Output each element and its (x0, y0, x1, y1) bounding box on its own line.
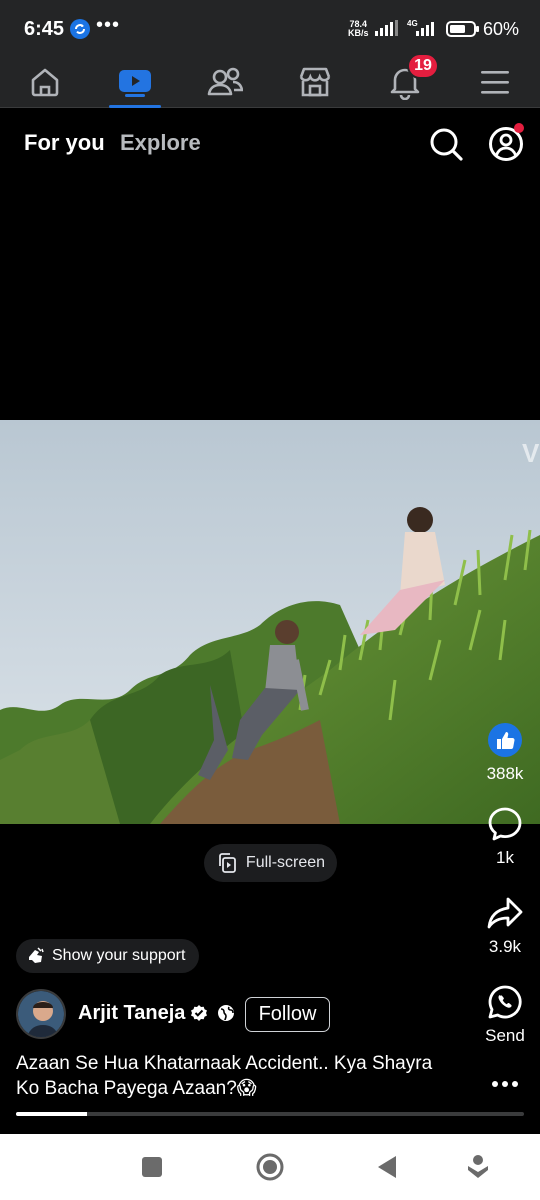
signal-icon (375, 20, 398, 36)
share-count: 3.9k (488, 937, 522, 956)
back-button[interactable] (376, 1155, 398, 1179)
send-label: Send (485, 1026, 525, 1045)
tab-explore[interactable]: Explore (120, 130, 201, 156)
video-frame: V (0, 420, 540, 824)
nav-marketplace[interactable] (275, 56, 355, 108)
globe-icon (218, 1005, 234, 1021)
author-name[interactable]: Arjit Taneja (78, 1002, 185, 1025)
assistant-button[interactable] (466, 1154, 490, 1180)
fullscreen-icon (219, 853, 236, 873)
tab-for-you[interactable]: For you (24, 130, 105, 156)
status-more-dots: ••• (96, 14, 121, 36)
video-progress-bar[interactable] (16, 1112, 524, 1116)
comment-action[interactable]: 1k (470, 806, 540, 868)
recent-apps-button[interactable] (142, 1157, 162, 1177)
like-icon (488, 723, 522, 757)
more-icon (492, 1081, 518, 1087)
comment-count: 1k (496, 848, 514, 867)
home-icon (31, 68, 59, 97)
send-action[interactable]: Send (470, 984, 540, 1046)
share-action[interactable]: 3.9k (470, 895, 540, 957)
marketplace-icon (299, 67, 331, 97)
status-bar: 6:45 ••• 78.4 KB/s 4G 60% (0, 0, 540, 56)
video-caption[interactable]: Azaan Se Hua Khatarnaak Accident.. Kya S… (16, 1051, 436, 1101)
follow-button[interactable]: Follow (245, 997, 330, 1032)
search-icon[interactable] (428, 126, 464, 162)
battery-icon (446, 21, 479, 37)
watch-icon (119, 70, 151, 97)
home-button[interactable] (256, 1153, 284, 1181)
verified-badge-icon (191, 1005, 207, 1021)
battery-percent: 60% (483, 19, 520, 39)
nav-notifications[interactable]: 19 (365, 53, 445, 108)
signal-4g-icon (416, 22, 434, 36)
notification-badge: 19 (407, 53, 439, 79)
system-navigation-bar (0, 1134, 540, 1200)
nav-menu[interactable] (455, 56, 535, 108)
fullscreen-label: Full-screen (245, 854, 326, 871)
avatar[interactable] (16, 989, 66, 1039)
more-action[interactable] (470, 1074, 540, 1094)
video-progress-fill (16, 1112, 88, 1116)
network-speed: 78.4 KB/s (348, 19, 369, 38)
fullscreen-button[interactable]: Full-screen (204, 844, 337, 882)
status-time: 6:45 (24, 18, 65, 40)
nav-watch[interactable] (95, 56, 175, 108)
menu-icon (481, 71, 509, 94)
like-action[interactable]: 388k (470, 722, 540, 784)
app-notification-icon (70, 19, 90, 39)
video-watermark: V (522, 438, 540, 468)
support-icon (29, 947, 44, 963)
show-support-button[interactable]: Show your support (16, 939, 199, 973)
friends-icon (207, 67, 243, 96)
like-count: 388k (486, 764, 524, 783)
comment-icon (488, 807, 522, 841)
nav-friends[interactable] (185, 56, 265, 108)
video-player[interactable]: V (0, 420, 540, 824)
share-icon (487, 897, 523, 929)
show-support-label: Show your support (52, 947, 186, 964)
top-navigation: 19 (0, 53, 540, 108)
profile-notification-dot (514, 123, 524, 133)
whatsapp-icon (488, 985, 522, 1019)
nav-home[interactable] (5, 56, 85, 108)
